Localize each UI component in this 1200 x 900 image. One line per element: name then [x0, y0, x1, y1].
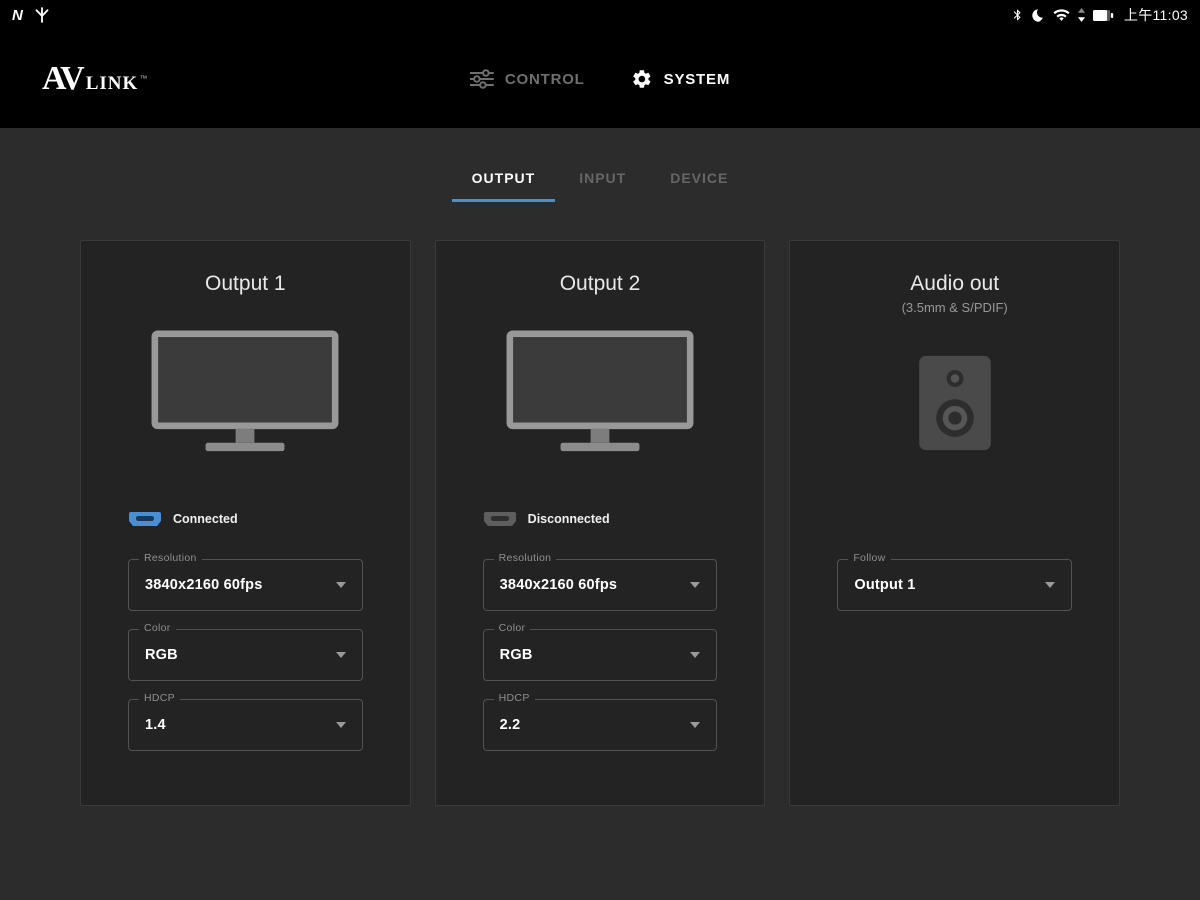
chevron-down-icon — [1045, 582, 1056, 588]
nfc-icon: N — [12, 6, 23, 24]
chevron-down-icon — [690, 652, 701, 658]
monitor-icon — [128, 299, 363, 485]
gear-icon — [631, 68, 653, 90]
card-title: Output 2 — [559, 272, 641, 295]
field-value: Output 1 — [854, 577, 916, 593]
status-clock: 上午11:03 — [1123, 7, 1188, 23]
network-arrows-icon — [1077, 8, 1086, 22]
field-label: HDCP — [139, 692, 180, 704]
connection-status: Disconnected — [483, 507, 718, 531]
avlink-logo: AV LINK ™ — [42, 60, 147, 98]
connection-status-label: Disconnected — [527, 512, 610, 526]
card-subtitle: (3.5mm & S/PDIF) — [901, 300, 1008, 315]
chevron-down-icon — [335, 722, 346, 728]
hdcp-select[interactable]: HDCP 2.2 — [482, 692, 718, 751]
field-label: Resolution — [493, 552, 557, 564]
field-label: Color — [493, 622, 531, 634]
section-tabs: OUTPUT INPUT DEVICE — [0, 128, 1200, 202]
hdmi-plug-icon — [483, 511, 517, 527]
audio-out-card: Audio out (3.5mm & S/PDIF) Follow Output… — [789, 240, 1121, 806]
field-value: RGB — [145, 647, 178, 663]
field-value: 1.4 — [145, 717, 166, 733]
app-bar: AV LINK ™ CONTROL SYSTEM — [0, 30, 1200, 128]
cards-row: Output 1 Connected Resolution 3840x2160 … — [0, 240, 1200, 806]
main-nav: CONTROL SYSTEM — [469, 68, 730, 90]
card-title: Audio out — [910, 272, 1000, 295]
tab-input[interactable]: INPUT — [559, 160, 646, 202]
moon-icon — [1031, 8, 1046, 23]
status-bar: N 上午11:03 — [0, 0, 1200, 30]
field-label: Resolution — [139, 552, 202, 564]
field-label: Follow — [848, 552, 891, 564]
output-2-card: Output 2 Disconnected Resolution 3840x21… — [434, 240, 766, 806]
nav-control-label: CONTROL — [504, 70, 585, 88]
trident-icon — [35, 7, 49, 23]
field-value: 2.2 — [499, 717, 521, 733]
logo-av-text: AV — [42, 60, 85, 97]
follow-select[interactable]: Follow Output 1 — [837, 552, 1073, 611]
tab-output[interactable]: OUTPUT — [451, 160, 556, 202]
card-title: Output 1 — [205, 272, 286, 295]
field-label: HDCP — [493, 692, 535, 704]
chevron-down-icon — [690, 722, 701, 728]
resolution-select[interactable]: Resolution 3840x2160 60fps — [128, 552, 363, 611]
field-value: 3840x2160 60fps — [145, 577, 263, 593]
tab-device[interactable]: DEVICE — [650, 160, 748, 202]
hdmi-plug-icon — [128, 511, 162, 527]
logo-link-text: LINK — [85, 73, 139, 94]
field-value: RGB — [499, 647, 533, 663]
connection-status-label: Connected — [173, 512, 238, 526]
hdcp-select[interactable]: HDCP 1.4 — [128, 692, 363, 751]
chevron-down-icon — [335, 652, 346, 658]
monitor-icon — [483, 299, 718, 485]
chevron-down-icon — [335, 582, 346, 588]
nav-item-system[interactable]: SYSTEM — [631, 68, 730, 90]
bluetooth-icon — [1011, 7, 1024, 23]
field-value: 3840x2160 60fps — [499, 577, 618, 593]
color-select[interactable]: Color RGB — [128, 622, 363, 681]
logo-trademark: ™ — [139, 74, 148, 83]
output-1-card: Output 1 Connected Resolution 3840x2160 … — [80, 240, 411, 806]
battery-icon — [1092, 9, 1114, 21]
field-label: Color — [139, 622, 176, 634]
resolution-select[interactable]: Resolution 3840x2160 60fps — [482, 552, 718, 611]
wifi-icon — [1053, 8, 1070, 22]
chevron-down-icon — [690, 582, 701, 588]
speaker-icon — [837, 321, 1072, 485]
nav-system-label: SYSTEM — [663, 70, 731, 88]
color-select[interactable]: Color RGB — [482, 622, 718, 681]
connection-status: Connected — [128, 507, 363, 531]
nav-item-control[interactable]: CONTROL — [469, 69, 585, 89]
sliders-icon — [469, 69, 494, 89]
